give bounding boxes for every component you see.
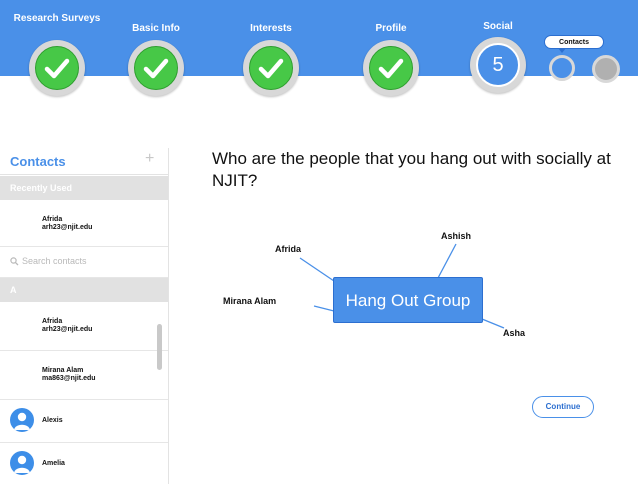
person-node[interactable]: Asha — [503, 328, 525, 338]
continue-button[interactable]: Continue — [532, 396, 594, 418]
person-node[interactable]: Ashish — [441, 231, 471, 241]
hang-out-group-node[interactable]: Hang Out Group — [333, 277, 483, 323]
person-node[interactable]: Afrida — [275, 244, 301, 254]
person-node[interactable]: Mirana Alam — [223, 296, 276, 306]
